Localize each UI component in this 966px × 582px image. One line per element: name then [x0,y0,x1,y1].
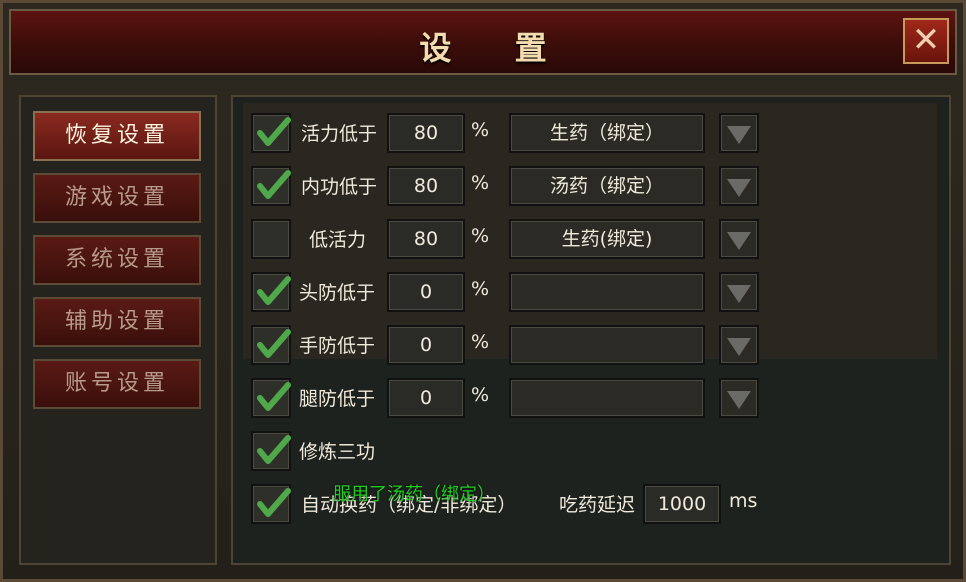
dropdown-arrow-icon[interactable] [719,325,759,365]
checkbox[interactable] [251,219,291,259]
recovery-row: 活力低于 80 % 生药（绑定） [233,109,953,153]
percent-label: % [471,225,490,247]
row-label: 活力低于 [301,123,378,145]
check-icon [257,170,291,199]
dropdown-arrow-icon[interactable] [719,219,759,259]
check-icon [257,329,291,358]
check-icon [257,276,291,305]
sidebar-item-recovery[interactable]: 恢复设置 [33,111,201,161]
threshold-input[interactable]: 80 [387,166,465,206]
item-select[interactable] [509,272,705,312]
recovery-row: 低活力 80 % 生药(绑定) [233,215,953,259]
sidebar-item-game[interactable]: 游戏设置 [33,173,201,223]
title-bar: 设 置 [9,9,957,75]
row-label: 腿防低于 [299,388,376,410]
checkbox[interactable] [251,113,291,153]
item-select[interactable]: 生药（绑定） [509,113,705,153]
dropdown-arrow-icon[interactable] [719,378,759,418]
checkbox[interactable] [251,378,291,418]
threshold-input[interactable]: 0 [387,325,465,365]
status-message: 服用了汤药（绑定） [333,484,495,505]
percent-label: % [471,172,490,194]
threshold-input[interactable]: 80 [387,113,465,153]
recovery-row: 腿防低于 0 % [233,374,953,418]
sidebar-item-assist[interactable]: 辅助设置 [33,297,201,347]
threshold-input[interactable]: 80 [387,219,465,259]
item-select[interactable] [509,378,705,418]
delay-label: 吃药延迟 [559,494,636,516]
percent-label: % [471,384,490,406]
checkbox[interactable] [251,325,291,365]
cultivate-row: 修炼三功 [233,427,953,471]
content-panel: 活力低于 80 % 生药（绑定） 内功低于 80 % 汤药（绑定） 低活力 80… [231,95,951,565]
checkbox[interactable] [251,431,291,471]
check-icon [257,117,291,146]
threshold-input[interactable]: 0 [387,272,465,312]
row-label: 内功低于 [301,176,378,198]
dropdown-arrow-icon[interactable] [719,113,759,153]
delay-unit: ms [729,490,758,512]
row-label: 手防低于 [299,335,376,357]
dropdown-arrow-icon[interactable] [719,272,759,312]
sidebar: 恢复设置 游戏设置 系统设置 辅助设置 账号设置 [19,95,217,565]
percent-label: % [471,119,490,141]
window-title: 设 置 [419,29,573,67]
percent-label: % [471,278,490,300]
delay-input[interactable]: 1000 [643,484,721,524]
close-icon[interactable]: ✕ [903,18,949,64]
sidebar-item-system[interactable]: 系统设置 [33,235,201,285]
row-label: 头防低于 [299,282,376,304]
recovery-row: 头防低于 0 % [233,268,953,312]
percent-label: % [471,331,490,353]
check-icon [257,435,291,464]
threshold-input[interactable]: 0 [387,378,465,418]
dropdown-arrow-icon[interactable] [719,166,759,206]
item-select[interactable]: 汤药（绑定） [509,166,705,206]
checkbox[interactable] [251,484,291,524]
settings-window: 设 置 ✕ 恢复设置 游戏设置 系统设置 辅助设置 账号设置 活力低于 80 %… [0,0,966,582]
row-label: 低活力 [309,229,367,251]
checkbox[interactable] [251,166,291,206]
item-select[interactable] [509,325,705,365]
sidebar-item-account[interactable]: 账号设置 [33,359,201,409]
check-icon [257,382,291,411]
recovery-row: 手防低于 0 % [233,321,953,365]
auto-switch-row: 自动换药（绑定/非绑定） 吃药延迟 1000 ms 服用了汤药（绑定） [233,480,953,524]
check-icon [257,488,291,517]
checkbox[interactable] [251,272,291,312]
cultivate-label: 修炼三功 [299,441,376,463]
item-select[interactable]: 生药(绑定) [509,219,705,259]
recovery-row: 内功低于 80 % 汤药（绑定） [233,162,953,206]
